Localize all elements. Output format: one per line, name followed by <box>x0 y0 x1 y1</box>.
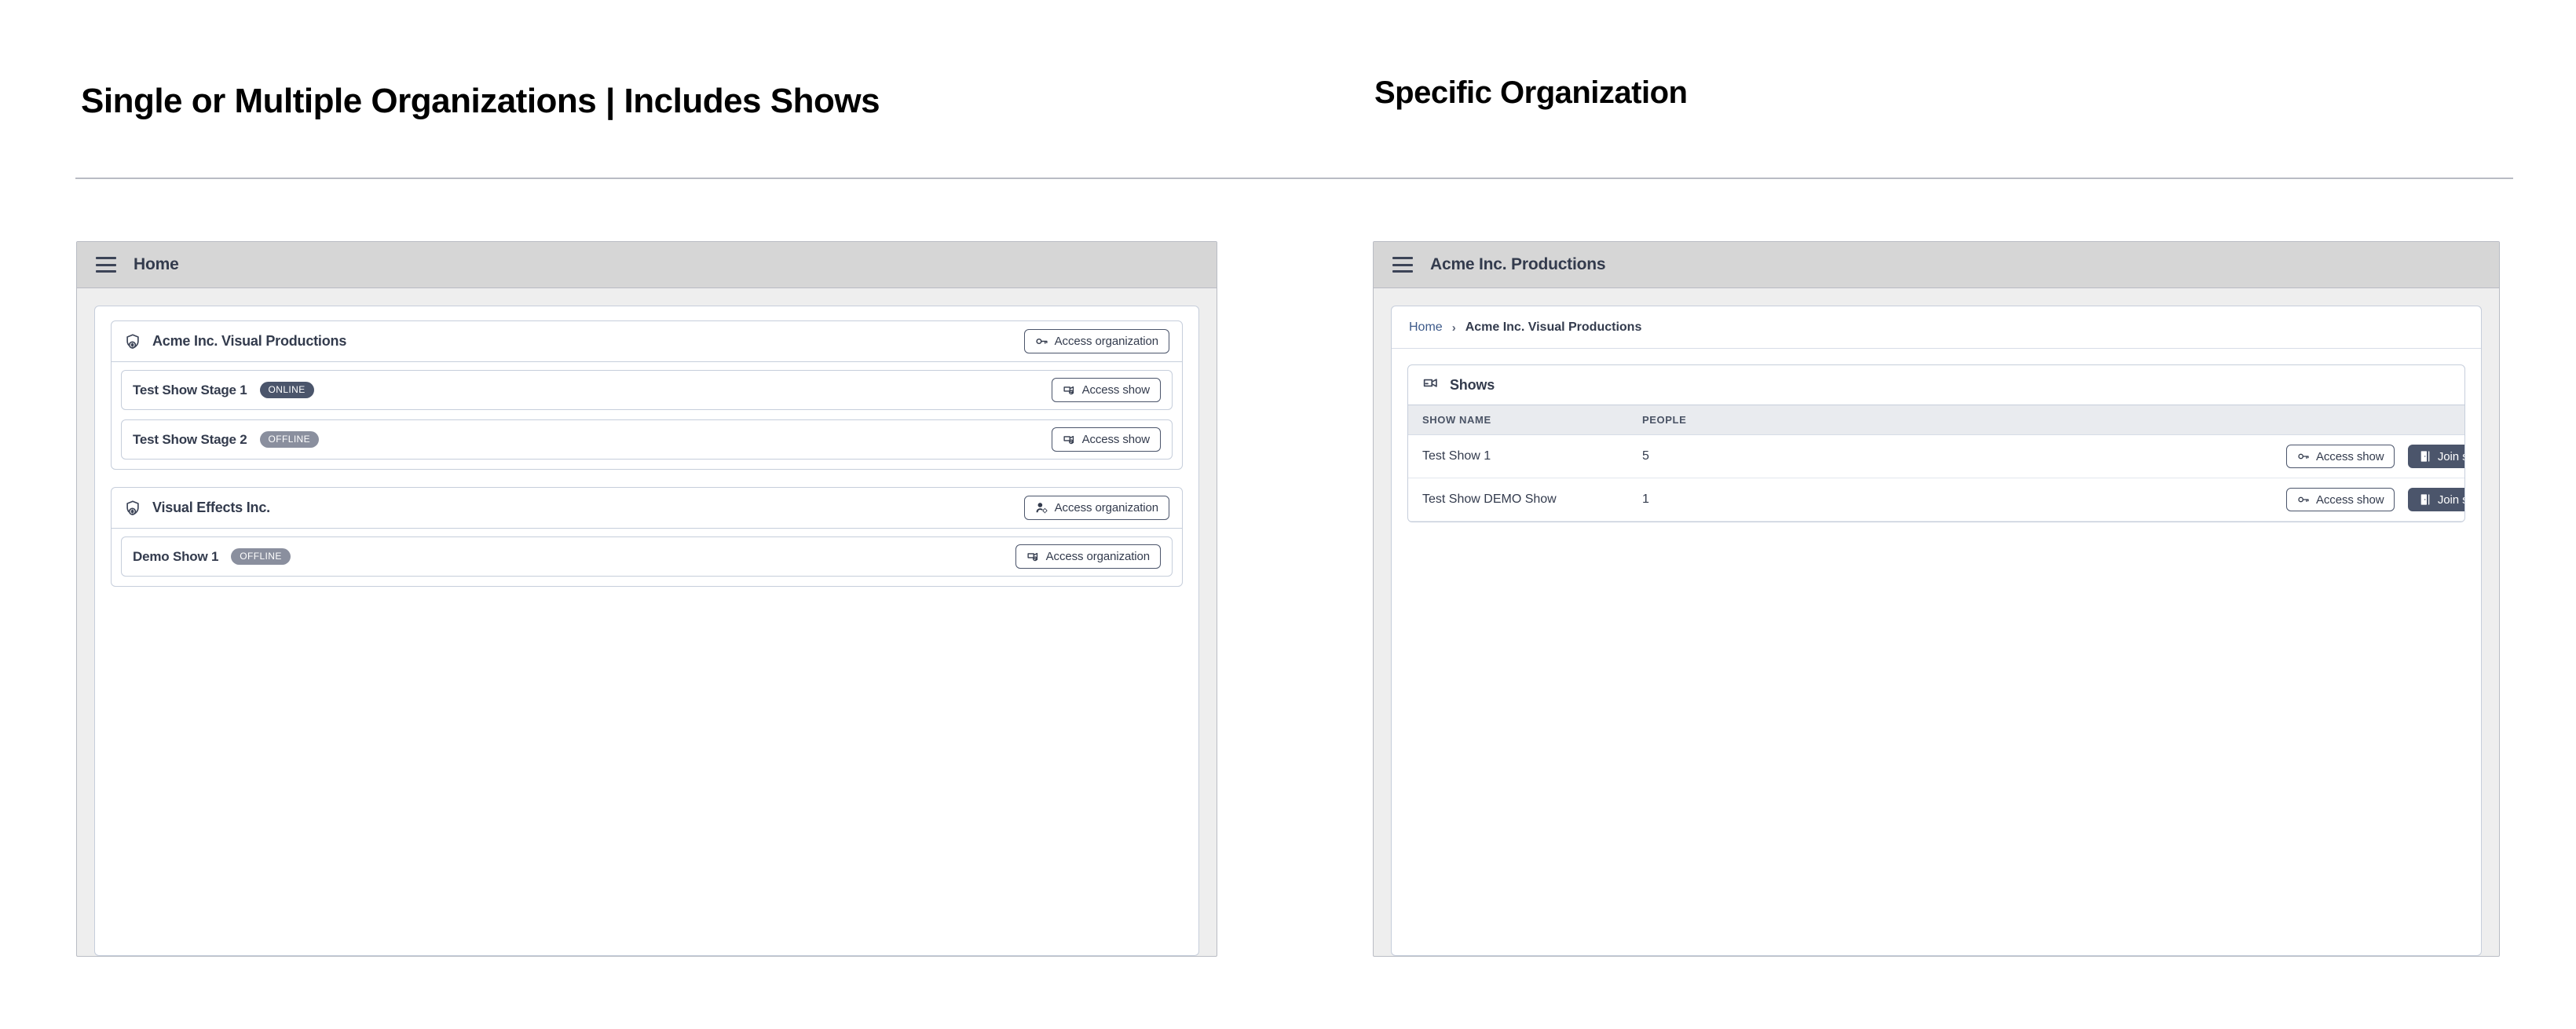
table-row: Test Show DEMO Show 1 Access show Join <box>1408 478 2464 522</box>
shows-panel: Shows SHOW NAME PEOPLE Test Show 1 5 Acc… <box>1407 364 2465 522</box>
access-show-label: Access show <box>2316 449 2384 463</box>
access-show-button[interactable]: Access show <box>2286 488 2395 511</box>
organization-name: Acme Inc. Visual Productions <box>152 333 347 349</box>
status-badge: ONLINE <box>259 382 314 398</box>
show-name: Demo Show 1 <box>133 548 219 564</box>
breadcrumb: Home › Acme Inc. Visual Productions <box>1392 306 2481 349</box>
organization-header: Acme Inc. Visual Productions Access orga… <box>112 321 1182 362</box>
shows-table: SHOW NAME PEOPLE Test Show 1 5 Access sh… <box>1408 405 2464 522</box>
cell-actions: Access show Join show <box>2272 434 2464 478</box>
access-organization-label: Access organization <box>1054 501 1158 514</box>
organization-block: Visual Effects Inc. Access organization <box>111 487 1183 587</box>
access-show-button[interactable]: Access show <box>2286 445 2395 468</box>
hamburger-menu-icon[interactable] <box>96 257 116 273</box>
column-header-show-name: SHOW NAME <box>1408 405 1628 435</box>
camera-key-icon <box>1063 386 1074 395</box>
left-window-title: Home <box>134 255 179 273</box>
video-camera-icon <box>1422 375 1439 395</box>
organization-shield-icon <box>124 333 141 350</box>
shows-list: Demo Show 1 OFFLINE Access organization <box>112 529 1182 586</box>
show-row[interactable]: Demo Show 1 OFFLINE Access organization <box>121 536 1173 577</box>
access-show-label: Access show <box>1081 433 1151 446</box>
right-window-titlebar: Acme Inc. Productions <box>1374 242 2499 288</box>
person-gear-icon <box>1036 503 1048 514</box>
status-badge: OFFLINE <box>231 548 291 565</box>
column-header-people: PEOPLE <box>1628 405 2272 435</box>
status-badge: OFFLINE <box>259 431 320 448</box>
page-title-right: Specific Organization <box>1374 75 1688 110</box>
join-show-button[interactable]: Join show <box>2407 488 2464 511</box>
left-app-window: Home Acme Inc. Visual Productions Access… <box>76 241 1217 957</box>
left-window-body: Acme Inc. Visual Productions Access orga… <box>77 288 1217 956</box>
cell-show-name: Test Show DEMO Show <box>1408 478 1628 522</box>
page-title-left: Single or Multiple Organizations | Inclu… <box>81 82 880 120</box>
organization-block: Acme Inc. Visual Productions Access orga… <box>111 320 1183 470</box>
camera-key-icon <box>1063 435 1074 445</box>
access-organization-button[interactable]: Access organization <box>1023 329 1169 353</box>
organization-name: Visual Effects Inc. <box>152 500 270 515</box>
key-icon <box>2298 453 2309 460</box>
access-organization-button[interactable]: Access organization <box>1023 496 1169 520</box>
organization-shield-icon <box>124 500 141 517</box>
access-organization-label: Access organization <box>1045 550 1150 563</box>
join-show-button[interactable]: Join show <box>2407 445 2464 468</box>
cell-actions: Access show Join show <box>2272 478 2464 522</box>
organization-header: Visual Effects Inc. Access organization <box>112 488 1182 529</box>
shows-panel-title: Shows <box>1450 376 1495 393</box>
join-show-label: Join show <box>2437 449 2464 463</box>
show-name: Test Show Stage 2 <box>133 431 247 447</box>
right-window-title: Acme Inc. Productions <box>1430 255 1606 273</box>
show-row[interactable]: Test Show Stage 1 ONLINE Access show <box>121 370 1173 410</box>
door-enter-icon <box>2420 494 2430 505</box>
access-show-button[interactable]: Access show <box>1051 378 1161 402</box>
access-organization-label: Access organization <box>1054 335 1158 348</box>
table-row: Test Show 1 5 Access show Join <box>1408 434 2464 478</box>
screenshot-root: Single or Multiple Organizations | Inclu… <box>0 0 2576 1029</box>
shows-list: Test Show Stage 1 ONLINE Access show Tes… <box>112 362 1182 469</box>
breadcrumb-home-link[interactable]: Home <box>1409 320 1443 335</box>
access-show-label: Access show <box>2316 493 2384 507</box>
right-app-window: Acme Inc. Productions Home › Acme Inc. V… <box>1373 241 2500 957</box>
key-icon <box>1036 338 1048 345</box>
camera-key-icon <box>1027 552 1037 562</box>
door-enter-icon <box>2420 451 2430 462</box>
access-show-button[interactable]: Access show <box>1051 427 1161 452</box>
access-organization-button[interactable]: Access organization <box>1015 544 1161 569</box>
cell-show-name: Test Show 1 <box>1408 434 1628 478</box>
show-name: Test Show Stage 1 <box>133 382 247 397</box>
shows-table-head: SHOW NAME PEOPLE <box>1408 405 2464 435</box>
chevron-right-icon: › <box>1451 320 1456 335</box>
header-divider <box>75 178 2513 179</box>
organizations-container: Acme Inc. Visual Productions Access orga… <box>94 306 1199 956</box>
access-show-label: Access show <box>1081 383 1151 397</box>
join-show-label: Join show <box>2437 493 2464 507</box>
right-window-body: Home › Acme Inc. Visual Productions Show… <box>1374 288 2499 956</box>
shows-table-body: Test Show 1 5 Access show Join Test Show… <box>1408 434 2464 522</box>
organization-detail-container: Home › Acme Inc. Visual Productions Show… <box>1391 306 2482 956</box>
table-header-row: SHOW NAME PEOPLE <box>1408 405 2464 435</box>
cell-people-count: 1 <box>1628 478 2272 522</box>
left-window-titlebar: Home <box>77 242 1217 288</box>
shows-panel-header: Shows <box>1408 365 2464 405</box>
hamburger-menu-icon[interactable] <box>1392 257 1413 273</box>
breadcrumb-current: Acme Inc. Visual Productions <box>1465 320 1642 334</box>
key-icon <box>2298 496 2309 503</box>
column-header-actions <box>2272 405 2464 435</box>
show-row[interactable]: Test Show Stage 2 OFFLINE Access show <box>121 419 1173 460</box>
cell-people-count: 5 <box>1628 434 2272 478</box>
